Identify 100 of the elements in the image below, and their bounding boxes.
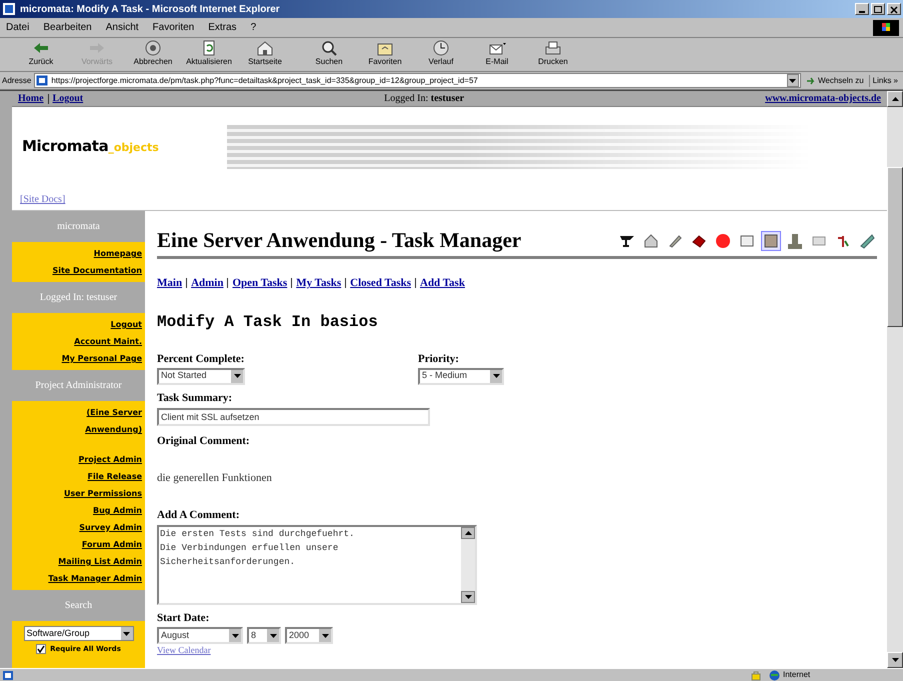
select-value: Software/Group xyxy=(26,626,90,640)
toolbar-button[interactable]: Favoriten xyxy=(358,39,412,69)
logged-in-text: Logged In: testuser xyxy=(384,92,464,106)
nav-link[interactable]: Add Task xyxy=(420,275,465,292)
form-title: Modify A Task In basios xyxy=(157,312,379,332)
calendar-link[interactable]: View Calendar xyxy=(157,645,211,655)
address-field[interactable]: https://projectforge.micromata.de/pm/task.php?func=detailtask&project_task_id=335&group_id=12&group_project_id=57 xyxy=(34,73,801,88)
sidebar-header: Search xyxy=(12,590,145,621)
sidebar-link[interactable]: Bug Admin xyxy=(93,502,142,519)
logo-text: _objects xyxy=(108,140,159,156)
globe-icon xyxy=(769,670,780,680)
minimize-button[interactable] xyxy=(855,3,869,15)
field-label: Priority: xyxy=(418,352,460,366)
logo-text: Micromata xyxy=(22,136,108,158)
page-icon xyxy=(36,75,48,86)
scroll-thumb[interactable] xyxy=(887,167,903,327)
down-arrow-icon xyxy=(789,78,796,82)
input-field[interactable]: Client mit SSL aufsetzen xyxy=(157,408,430,426)
select-value: Not Started xyxy=(160,369,207,382)
menu-item[interactable]: Bearbeiten xyxy=(43,20,92,35)
select-value: 5 - Medium xyxy=(421,369,468,382)
sidebar-link[interactable]: Mailing List Admin xyxy=(58,553,142,570)
printer-icon xyxy=(543,39,563,57)
sidebar-link[interactable]: User Permissions xyxy=(64,485,142,502)
home-icon xyxy=(255,39,275,57)
dropdown-button[interactable] xyxy=(786,74,799,87)
scroll-down-button[interactable] xyxy=(461,591,475,603)
site-link[interactable]: www.micromata-objects.de xyxy=(765,91,881,106)
select-field[interactable]: Not Started xyxy=(157,368,245,384)
address-label: Adresse xyxy=(2,74,32,86)
textarea-text: Die ersten Tests sind durchgefuehrt. Die Verbindungen erfuellen unsere Sicherheitsanforderungen. xyxy=(159,528,356,569)
sidebar-link[interactable]: My Personal Page xyxy=(62,350,142,367)
window-title: micromata: Modify A Task - Microsoft Internet Explorer xyxy=(20,2,280,16)
nav-link[interactable]: Main xyxy=(157,275,182,292)
menu-item[interactable]: Extras xyxy=(208,20,237,35)
search-select[interactable]: Software/Group xyxy=(24,626,134,641)
sidebar-link[interactable]: Homepage xyxy=(94,245,142,262)
select-field[interactable]: 5 - Medium xyxy=(418,368,504,384)
select-field[interactable]: August xyxy=(157,627,243,644)
toolbar-button[interactable]: Suchen xyxy=(302,39,356,69)
comment-textarea[interactable]: Die ersten Tests sind durchgefuehrt. Die Verbindungen erfuellen unsere Sicherheitsanforderungen. xyxy=(157,525,477,605)
sidebar-header: Logged In: testuser xyxy=(12,282,145,313)
top-link[interactable]: Home xyxy=(18,91,44,106)
sidebar-header: Project Administrator xyxy=(12,370,145,401)
page-title: Eine Server Anwendung - Task Manager xyxy=(157,226,522,254)
sidebar-link[interactable]: Site Documentation xyxy=(52,262,142,279)
down-arrow-icon xyxy=(464,595,472,599)
minimize-icon xyxy=(859,10,865,12)
toolbar-button[interactable]: Drucken xyxy=(526,39,580,69)
page-icon xyxy=(2,670,14,680)
site-docs-link[interactable]: [Site Docs] xyxy=(20,194,66,205)
sidebar-header: micromata xyxy=(12,211,145,242)
up-arrow-icon xyxy=(464,531,472,535)
close-button[interactable] xyxy=(887,3,901,15)
close-icon xyxy=(889,4,899,14)
field-label: Percent Complete: xyxy=(157,352,246,366)
sidebar-link[interactable]: File Release xyxy=(88,468,142,485)
field-label: Add A Comment: xyxy=(157,508,241,522)
select-field[interactable]: 8 xyxy=(247,627,281,644)
sidebar-link[interactable]: Logout xyxy=(110,316,142,333)
sidebar-link[interactable]: Task Manager Admin xyxy=(48,570,142,587)
toolbar-button[interactable]: Startseite xyxy=(238,39,292,69)
select-field[interactable]: 2000 xyxy=(285,627,333,644)
sidebar-link[interactable]: Forum Admin xyxy=(82,536,142,553)
nav-link[interactable]: Open Tasks xyxy=(232,275,288,292)
scroll-up-button[interactable] xyxy=(461,527,475,539)
sidebar-link[interactable]: Survey Admin xyxy=(79,519,142,536)
links-button[interactable]: Links » xyxy=(868,74,901,86)
maximize-button[interactable] xyxy=(871,3,885,15)
zone-text: Internet xyxy=(783,669,812,681)
down-arrow-icon xyxy=(892,658,898,662)
select-value: 2000 xyxy=(288,628,310,642)
top-link[interactable]: Logout xyxy=(52,91,84,106)
maximize-icon xyxy=(873,4,883,14)
toolbar-button[interactable]: E-Mail xyxy=(470,39,524,69)
toolbar-button[interactable]: Verlauf xyxy=(414,39,468,69)
toolbar-button[interactable]: Aktualisieren xyxy=(182,39,236,69)
checkbox[interactable] xyxy=(36,644,46,654)
lock-icon xyxy=(751,670,761,680)
url-text: https://projectforge.micromata.de/pm/task.php?func=detailtask&project_task_id=335&group_id=12&group_project_id=57 xyxy=(51,74,479,86)
go-button[interactable]: Wechseln zu xyxy=(804,74,866,86)
arrow-icon xyxy=(806,76,816,86)
scrollbar[interactable] xyxy=(887,91,903,668)
sidebar-link[interactable]: (Eine Server Anwendung) xyxy=(67,404,142,438)
textarea-scrollbar[interactable] xyxy=(461,527,475,603)
menu-item[interactable]: Favoriten xyxy=(152,20,194,35)
select-value: 8 xyxy=(250,628,256,642)
nav-link[interactable]: Closed Tasks xyxy=(350,275,411,292)
comment-text: die generellen Funktionen xyxy=(157,470,273,486)
sidebar-link[interactable]: Project Admin xyxy=(78,451,142,468)
toolbar-button[interactable]: Abbrechen xyxy=(126,39,180,69)
sidebar-link[interactable]: Account Maint. xyxy=(74,333,142,350)
menu-item[interactable]: Ansicht xyxy=(106,20,139,35)
menu-item[interactable]: Datei xyxy=(6,20,30,35)
menu-item[interactable]: ? xyxy=(250,20,256,35)
nav-link[interactable]: My Tasks xyxy=(296,275,342,292)
down-arrow-icon xyxy=(234,374,240,378)
toolbar-button[interactable]: Zurück xyxy=(14,39,68,69)
checkmark-icon xyxy=(37,645,46,654)
nav-link[interactable]: Admin xyxy=(191,275,224,292)
